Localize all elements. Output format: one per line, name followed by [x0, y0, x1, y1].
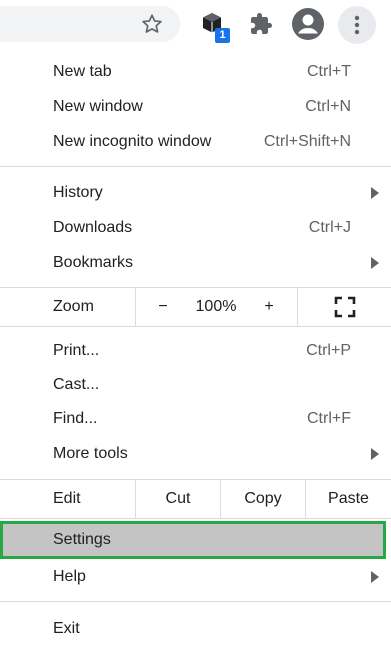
menu-item-label: Settings — [53, 531, 111, 548]
submenu-arrow-icon — [371, 186, 379, 199]
menu-button[interactable] — [338, 6, 376, 44]
shortcut-text: Ctrl+P — [306, 341, 351, 359]
menu-item-cast[interactable]: Cast... — [0, 367, 391, 402]
zoom-in-button[interactable]: + — [242, 288, 296, 326]
menu-separator — [0, 326, 391, 327]
cut-button[interactable]: Cut — [136, 480, 220, 518]
fullscreen-icon — [334, 296, 355, 318]
menu-item-label: New incognito window — [53, 132, 212, 150]
zoom-label: Zoom — [53, 298, 94, 315]
menu-item-new-incognito-window[interactable]: New incognito window Ctrl+Shift+N — [0, 124, 391, 159]
menu-item-label: Help — [53, 567, 86, 585]
more-vert-icon — [354, 15, 360, 35]
zoom-level: 100% — [190, 288, 242, 326]
menu-item-label: Find... — [53, 409, 98, 427]
menu-item-exit[interactable]: Exit — [0, 611, 391, 646]
menu-separator — [0, 518, 391, 519]
menu-separator — [0, 601, 391, 602]
menu-item-label: More tools — [53, 444, 128, 462]
extension-badge: 1 — [215, 28, 230, 43]
shortcut-text: Ctrl+J — [308, 218, 351, 236]
menu-item-history[interactable]: History — [0, 175, 391, 210]
menu-item-label: New window — [53, 97, 143, 115]
copy-button[interactable]: Copy — [221, 480, 305, 518]
menu-item-label: Bookmarks — [53, 253, 134, 271]
menu-item-more-tools[interactable]: More tools — [0, 436, 391, 471]
menu-item-label: Downloads — [53, 218, 133, 236]
shortcut-text: Ctrl+N — [305, 97, 351, 115]
menu-item-downloads[interactable]: Downloads Ctrl+J — [0, 210, 391, 245]
fullscreen-button[interactable] — [298, 288, 391, 326]
menu-separator — [0, 166, 391, 167]
menu-item-label: Cast... — [53, 375, 100, 393]
zoom-value: 100% — [195, 298, 237, 315]
menu-item-label: New tab — [53, 62, 112, 80]
zoom-out-label: − — [158, 298, 168, 315]
extension-cube-icon[interactable]: 1 — [196, 8, 230, 43]
menu-item-new-tab[interactable]: New tab Ctrl+T — [0, 54, 391, 89]
shortcut-text: Ctrl+Shift+N — [263, 132, 351, 150]
zoom-out-button[interactable]: − — [136, 288, 190, 326]
menu-item-new-window[interactable]: New window Ctrl+N — [0, 89, 391, 124]
zoom-row: Zoom − 100% + — [0, 288, 391, 326]
shortcut-text: Ctrl+T — [307, 62, 351, 80]
menu-item-find[interactable]: Find... Ctrl+F — [0, 401, 391, 436]
paste-label: Paste — [328, 490, 369, 507]
paste-button[interactable]: Paste — [306, 480, 391, 518]
zoom-in-label: + — [264, 298, 274, 315]
edit-label: Edit — [53, 490, 81, 507]
menu-item-bookmarks[interactable]: Bookmarks — [0, 245, 391, 280]
profile-avatar-icon[interactable] — [292, 8, 324, 40]
menu-item-label: Print... — [53, 341, 100, 359]
cut-label: Cut — [165, 490, 191, 507]
copy-label: Copy — [244, 490, 282, 507]
shortcut-text: Ctrl+F — [307, 409, 351, 427]
bookmark-star-icon[interactable] — [136, 8, 168, 40]
browser-toolbar: 1 — [0, 0, 391, 48]
submenu-arrow-icon — [371, 447, 379, 460]
menu-item-label: Exit — [53, 619, 80, 637]
menu-item-label: History — [53, 183, 103, 201]
menu-item-help[interactable]: Help — [0, 559, 391, 594]
submenu-arrow-icon — [371, 570, 379, 583]
menu-item-print[interactable]: Print... Ctrl+P — [0, 333, 391, 368]
submenu-arrow-icon — [371, 256, 379, 269]
edit-row: Edit Cut Copy Paste — [0, 480, 391, 518]
extensions-puzzle-icon[interactable] — [245, 8, 277, 40]
menu-item-settings[interactable]: Settings — [3, 524, 383, 556]
